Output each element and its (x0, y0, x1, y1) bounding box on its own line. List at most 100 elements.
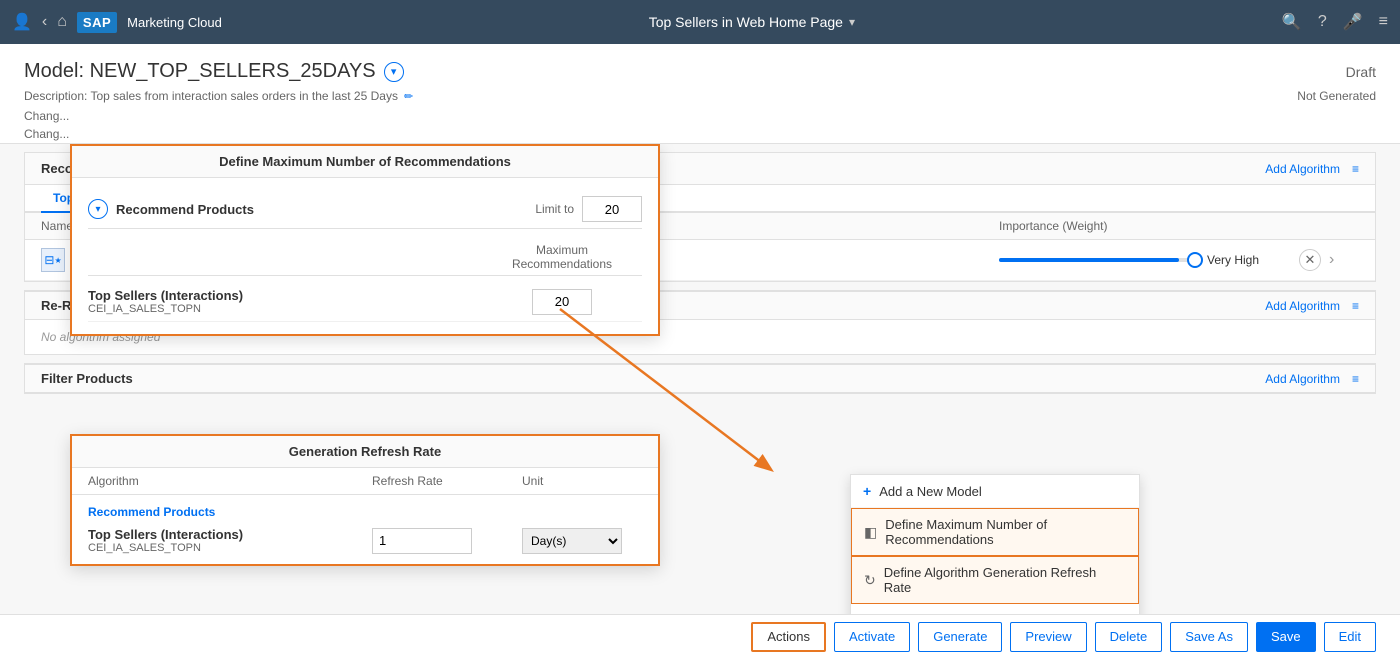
table-row: ⊟ ★ Top Sellers (Interactions) Top-selle… (25, 240, 1375, 281)
importance-label: Very High (1207, 253, 1259, 267)
nav-title: Top Sellers in Web Home Page (649, 14, 843, 30)
tab-bar: Top Sellers (Interactions) ⊕ (25, 185, 1375, 213)
main-content: Recom... Add Algorithm ≡ Top Sellers (In… (0, 144, 1400, 614)
change-row-1: Chang... (24, 107, 1376, 125)
importance-slider[interactable] (999, 258, 1199, 262)
nav-chevron-icon[interactable]: ▾ (849, 15, 855, 29)
col-name: Name (41, 219, 321, 233)
panel-refresh-col-rate: Refresh Rate (372, 474, 522, 488)
model-title-text: Model: NEW_TOP_SELLERS_25DAYS (24, 60, 376, 83)
dropdown-add-model[interactable]: + Add a New Model (851, 475, 1139, 508)
re-ranking-title: Re-Ra... (41, 298, 89, 313)
remove-icon[interactable]: ✕ (1299, 249, 1321, 271)
tab-add-icon[interactable]: ⊕ (212, 188, 225, 208)
page-title-row: Model: NEW_TOP_SELLERS_25DAYS ▾ Draft (24, 60, 1376, 83)
dropdown-add-model-label: Add a New Model (879, 484, 982, 499)
table-header: Name Description Importance (Weight) (25, 213, 1375, 240)
refresh-unit-select[interactable]: Day(s) Hour(s) Week(s) (522, 528, 622, 554)
refresh-icon: ↻ (864, 572, 876, 589)
edit-button[interactable]: Edit (1324, 622, 1376, 652)
dropdown-define-max[interactable]: ◧ Define Maximum Number of Recommendatio… (851, 508, 1139, 556)
panel-refresh-algo-code: CEI_IA_SALES_TOPN (88, 542, 372, 554)
actions-button[interactable]: Actions (751, 622, 826, 652)
description-text: Description: Top sales from interaction … (24, 89, 398, 103)
nav-left: 👤 ‹ ⌂ SAP Marketing Cloud (12, 12, 222, 33)
recommendations-section-header: Recom... Add Algorithm ≡ (25, 153, 1375, 185)
user-icon[interactable]: 👤 (12, 12, 32, 32)
activate-button[interactable]: Activate (834, 622, 910, 652)
app-title: Marketing Cloud (127, 15, 222, 30)
not-generated-label: Not Generated (1297, 89, 1376, 103)
algo-name-cell: ⊟ ★ Top Sellers (Interactions) (41, 248, 321, 272)
mic-icon[interactable]: 🎤 (1343, 12, 1363, 32)
add-algo-re-ranking[interactable]: Add Algorithm (1265, 299, 1340, 313)
tab-top-sellers[interactable]: Top Sellers (Interactions) (41, 185, 208, 213)
change-row-2: Chang... (24, 125, 1376, 143)
page-title: Model: NEW_TOP_SELLERS_25DAYS ▾ (24, 60, 404, 83)
home-icon[interactable]: ⌂ (57, 13, 67, 31)
add-algorithm-btn[interactable]: Add Algorithm (1265, 162, 1340, 176)
recommendations-menu-icon[interactable]: ≡ (1352, 162, 1359, 176)
title-chevron-icon[interactable]: ▾ (384, 62, 404, 82)
back-icon[interactable]: ‹ (42, 13, 47, 31)
dropdown-define-max-label: Define Maximum Number of Recommendations (885, 517, 1126, 547)
filter-menu-icon[interactable]: ≡ (1352, 372, 1359, 386)
panel-refresh-col-algo: Algorithm (88, 474, 372, 488)
col-actions (1299, 219, 1359, 233)
delete-button[interactable]: Delete (1095, 622, 1163, 652)
algo-name: Top Sellers (Interactions) (71, 253, 215, 268)
filter-products-section-header: Filter Products Add Algorithm ≡ (25, 364, 1375, 393)
col-description: Description (321, 219, 999, 233)
filter-products-section-actions: Add Algorithm ≡ (1265, 372, 1359, 386)
generate-button[interactable]: Generate (918, 622, 1002, 652)
save-button[interactable]: Save (1256, 622, 1316, 652)
panel-refresh-algo-name: Top Sellers (Interactions) (88, 527, 372, 542)
panel-refresh-algo-section-label: Recommend Products (88, 501, 642, 523)
max-rec-icon: ◧ (864, 524, 877, 541)
dropdown-list-scenarios[interactable]: ◫ List Scenarios That Contain This Model (851, 604, 1139, 614)
bottom-bar: Actions Activate Generate Preview Delete… (0, 614, 1400, 658)
save-as-button[interactable]: Save As (1170, 622, 1248, 652)
filter-products-section: Filter Products Add Algorithm ≡ (24, 363, 1376, 394)
re-ranking-section-actions: Add Algorithm ≡ (1265, 299, 1359, 313)
arrow-refresh (550, 594, 850, 614)
re-ranking-menu-icon[interactable]: ≡ (1352, 299, 1359, 313)
edit-pencil-icon[interactable]: ✏ (404, 90, 413, 103)
panel-refresh-col-unit: Unit (522, 474, 642, 488)
expand-icon[interactable]: › (1329, 251, 1334, 269)
search-icon[interactable]: 🔍 (1282, 12, 1302, 32)
panel-generation-refresh: Generation Refresh Rate Algorithm Refres… (70, 434, 660, 566)
dropdown-menu: + Add a New Model ◧ Define Maximum Numbe… (850, 474, 1140, 614)
top-navbar: 👤 ‹ ⌂ SAP Marketing Cloud Top Sellers in… (0, 0, 1400, 44)
preview-button[interactable]: Preview (1010, 622, 1086, 652)
recommendations-section-actions: Add Algorithm ≡ (1265, 162, 1359, 176)
col-importance: Importance (Weight) (999, 219, 1299, 233)
recommendations-section: Recom... Add Algorithm ≡ Top Sellers (In… (24, 152, 1376, 282)
plus-icon: + (863, 483, 871, 499)
dropdown-define-refresh-label: Define Algorithm Generation Refresh Rate (884, 565, 1126, 595)
panel-refresh-data-row: Top Sellers (Interactions) CEI_IA_SALES_… (88, 523, 642, 558)
importance-cell: Very High (999, 253, 1299, 267)
panel-refresh-table-header: Algorithm Refresh Rate Unit (72, 468, 658, 495)
row-actions: ✕ › (1299, 249, 1359, 271)
re-ranking-empty: No algorithm assigned (25, 320, 1375, 354)
menu-icon[interactable]: ≡ (1379, 13, 1388, 31)
status-draft: Draft (1346, 64, 1376, 80)
page-header: Model: NEW_TOP_SELLERS_25DAYS ▾ Draft De… (0, 44, 1400, 144)
re-ranking-table-header-name: Name (97, 299, 129, 313)
description-row: Description: Top sales from interaction … (24, 89, 1376, 103)
panel-refresh-content: Recommend Products Top Sellers (Interact… (72, 495, 658, 564)
dropdown-define-refresh[interactable]: ↻ Define Algorithm Generation Refresh Ra… (851, 556, 1139, 604)
panel-refresh-algo-info: Top Sellers (Interactions) CEI_IA_SALES_… (88, 527, 372, 554)
algo-description: Top-sellers from SAP Marketing (321, 253, 999, 268)
add-algo-filter[interactable]: Add Algorithm (1265, 372, 1340, 386)
filter-products-title: Filter Products (41, 371, 133, 386)
refresh-rate-input[interactable] (372, 528, 472, 554)
sap-logo: SAP (77, 12, 117, 33)
panel-refresh-header: Generation Refresh Rate (72, 436, 658, 468)
nav-center: Top Sellers in Web Home Page ▾ (230, 14, 1274, 30)
recommendations-section-title: Recom... (41, 161, 95, 176)
re-ranking-section-header: Re-Ra... Name Add Algorithm ≡ (25, 291, 1375, 320)
re-ranking-section: Re-Ra... Name Add Algorithm ≡ No algorit… (24, 290, 1376, 355)
help-icon[interactable]: ? (1318, 13, 1327, 31)
